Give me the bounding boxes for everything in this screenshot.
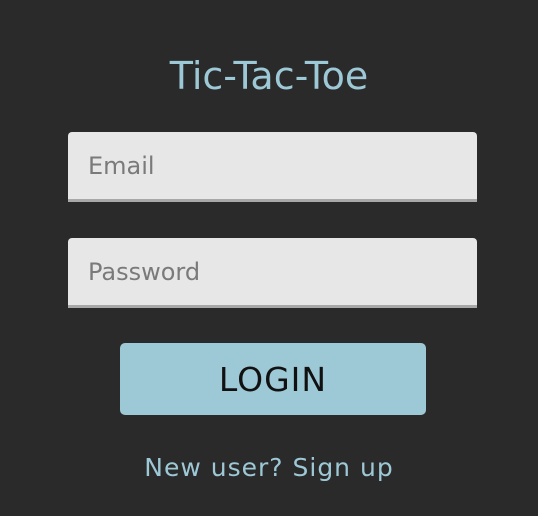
signup-link[interactable]: New user? Sign up xyxy=(0,452,538,484)
password-field[interactable] xyxy=(68,238,477,308)
app-title: Tic-Tac-Toe xyxy=(169,54,369,98)
email-field[interactable] xyxy=(68,132,477,202)
login-button[interactable]: LOGIN xyxy=(120,343,426,415)
